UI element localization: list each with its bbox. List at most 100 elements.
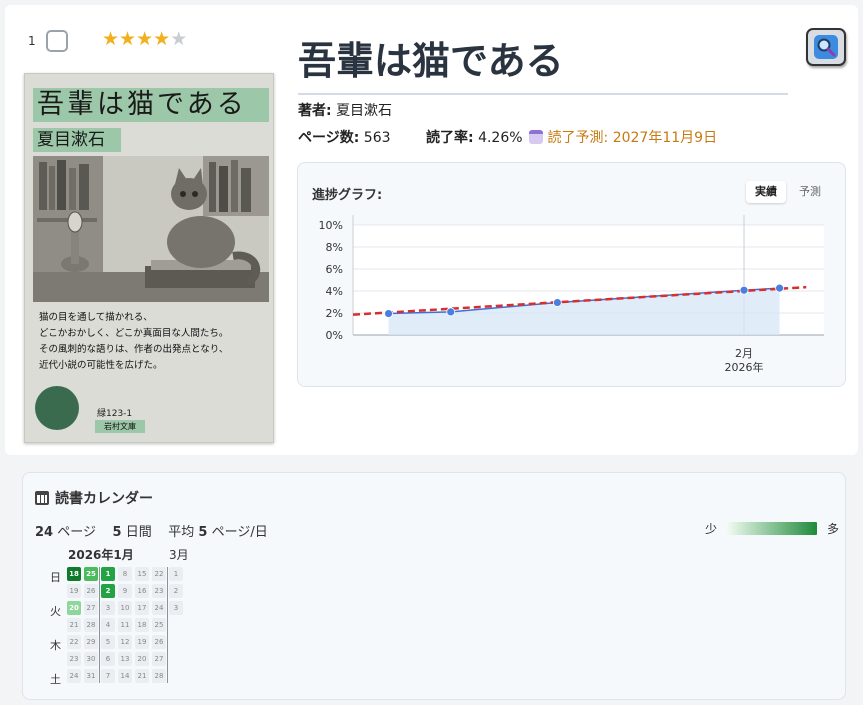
calendar-day-cell[interactable]: 21 — [67, 618, 81, 632]
graph-label: 進捗グラフ: — [312, 188, 383, 203]
book-cover-image: 吾輩は猫である 夏目漱石 猫の目を通して描かれる、 どこかおかしく、どこか真面目… — [24, 73, 274, 443]
calendar-day-cell[interactable]: 30 — [84, 652, 98, 666]
cover-blurb-line: その風刺的な語りは、作者の出発点となり、 — [39, 344, 229, 355]
calendar-day-cell[interactable]: 25 — [84, 567, 98, 581]
reading-calendar-card: 読書カレンダー 24 ページ 5 日間 平均 5 ページ/日 少 多 2026年… — [22, 472, 846, 700]
month-divider — [99, 567, 100, 683]
calendar-day-cell[interactable]: 2 — [169, 584, 183, 598]
star-rating[interactable]: ★★★★★ — [102, 28, 187, 50]
calendar-day-cell[interactable]: 18 — [135, 618, 149, 632]
calendar-day-cell[interactable]: 23 — [67, 652, 81, 666]
calendar-day-cell[interactable]: 2 — [101, 584, 115, 598]
magnifier-icon — [814, 35, 838, 59]
calendar-day-cell[interactable]: 9 — [118, 584, 132, 598]
calendar-day-cell[interactable]: 1 — [169, 567, 183, 581]
calendar-day-cell[interactable]: 31 — [84, 669, 98, 683]
stat-avg: 5 — [198, 525, 208, 540]
calendar-day-cell[interactable]: 10 — [118, 601, 132, 615]
weekday-sat: 土 — [50, 673, 61, 686]
calendar-day-cell[interactable]: 24 — [152, 601, 166, 615]
calendar-day-cell[interactable]: 7 — [101, 669, 115, 683]
star-filled-icon[interactable]: ★ — [119, 28, 136, 50]
calendar-day-cell[interactable]: 17 — [135, 601, 149, 615]
cover-blurb: 猫の目を通して描かれる、 どこかおかしく、どこか真面目な人間たち。 その風刺的な… — [39, 310, 265, 374]
cover-author: 夏目漱石 — [33, 128, 121, 152]
calendar-day-cell[interactable]: 11 — [118, 618, 132, 632]
calendar-stats: 24 ページ 5 日間 平均 5 ページ/日 — [35, 521, 268, 540]
calendar-day-cell[interactable]: 6 — [101, 652, 115, 666]
star-empty-icon[interactable]: ★ — [170, 28, 187, 50]
calendar-day-cell[interactable]: 27 — [152, 652, 166, 666]
y-tick-label: 6% — [326, 263, 343, 276]
star-filled-icon[interactable]: ★ — [153, 28, 170, 50]
calendar-day-cell[interactable]: 15 — [135, 567, 149, 581]
calendar-day-cell[interactable]: 28 — [152, 669, 166, 683]
calendar-title-text: 読書カレンダー — [55, 491, 153, 507]
calendar-day-cell[interactable]: 20 — [67, 601, 81, 615]
legend-low: 少 — [705, 522, 718, 536]
cat-illustration — [33, 156, 269, 302]
pages-line: ページ数: 563 — [298, 127, 391, 147]
calendar-day-cell[interactable]: 28 — [84, 618, 98, 632]
calendar-day-cell[interactable]: 14 — [118, 669, 132, 683]
calendar-day-cell[interactable]: 22 — [152, 567, 166, 581]
calendar-day-cell[interactable]: 18 — [67, 567, 81, 581]
stat-avg-label: 平均 — [168, 525, 195, 540]
calendar-day-cell[interactable]: 22 — [67, 635, 81, 649]
pages-value: 563 — [363, 130, 391, 146]
select-checkbox[interactable] — [46, 30, 68, 52]
calendar-day-cell[interactable]: 12 — [118, 635, 132, 649]
x-tick-label: 2月 — [735, 347, 753, 360]
row-number: 1 — [28, 34, 36, 48]
calendar-day-cell[interactable]: 16 — [135, 584, 149, 598]
cover-blurb-line: どこかおかしく、どこか真面目な人間たち。 — [39, 328, 229, 339]
progress-value: 4.26% — [478, 130, 523, 146]
calendar-day-cell[interactable]: 1 — [101, 567, 115, 581]
calendar-day-cell[interactable]: 25 — [152, 618, 166, 632]
toggle-actual[interactable]: 実績 — [746, 181, 786, 203]
cover-title: 吾輩は猫である — [33, 88, 269, 122]
calendar-day-cell[interactable]: 3 — [169, 601, 183, 615]
data-point — [552, 298, 562, 307]
data-point — [739, 285, 749, 295]
cover-publisher: 岩村文庫 — [95, 420, 145, 433]
calendar-day-cell[interactable]: 29 — [84, 635, 98, 649]
author-line: 著者: 夏目漱石 — [298, 100, 392, 120]
calendar-day-cell[interactable]: 27 — [84, 601, 98, 615]
weekday-sun: 日 — [50, 571, 61, 584]
calendar-day-cell[interactable]: 13 — [118, 652, 132, 666]
legend-high: 多 — [827, 522, 840, 536]
data-point — [446, 307, 456, 317]
cover-blurb-line: 猫の目を通して描かれる、 — [39, 312, 153, 323]
y-tick-label: 10% — [319, 219, 343, 232]
cover-code: 緑123-1 — [97, 409, 133, 419]
calendar-day-cell[interactable]: 3 — [101, 601, 115, 615]
search-button[interactable] — [806, 28, 846, 66]
row-header: 1 — [28, 30, 68, 52]
title-divider — [298, 93, 788, 95]
toggle-forecast[interactable]: 予測 — [790, 181, 830, 203]
calendar-day-cell[interactable]: 20 — [135, 652, 149, 666]
calendar-day-cell[interactable]: 5 — [101, 635, 115, 649]
calendar-day-cell[interactable]: 26 — [84, 584, 98, 598]
calendar-day-cell[interactable]: 19 — [135, 635, 149, 649]
progress-line: 読了率: 4.26% 読了予測: 2027年11月9日 — [426, 127, 717, 147]
star-filled-icon[interactable]: ★ — [102, 28, 119, 50]
month-divider — [167, 567, 168, 683]
cover-blurb-line: 近代小説の可能性を広げた。 — [39, 360, 163, 371]
calendar-day-cell[interactable]: 4 — [101, 618, 115, 632]
stat-pages: 24 — [35, 525, 54, 540]
calendar-day-cell[interactable]: 26 — [152, 635, 166, 649]
calendar-day-cell[interactable]: 21 — [135, 669, 149, 683]
calendar-day-cell[interactable]: 8 — [118, 567, 132, 581]
weekday-tue: 火 — [50, 605, 61, 618]
star-filled-icon[interactable]: ★ — [136, 28, 153, 50]
prediction-text: 読了予測: 2027年11月9日 — [547, 130, 718, 146]
data-point — [384, 309, 393, 318]
pages-label: ページ数: — [298, 130, 360, 146]
calendar-day-cell[interactable]: 19 — [67, 584, 81, 598]
calendar-day-cell[interactable]: 23 — [152, 584, 166, 598]
calendar-day-cell[interactable]: 24 — [67, 669, 81, 683]
cat-emblem-icon — [35, 386, 79, 430]
legend-gradient — [727, 522, 818, 535]
